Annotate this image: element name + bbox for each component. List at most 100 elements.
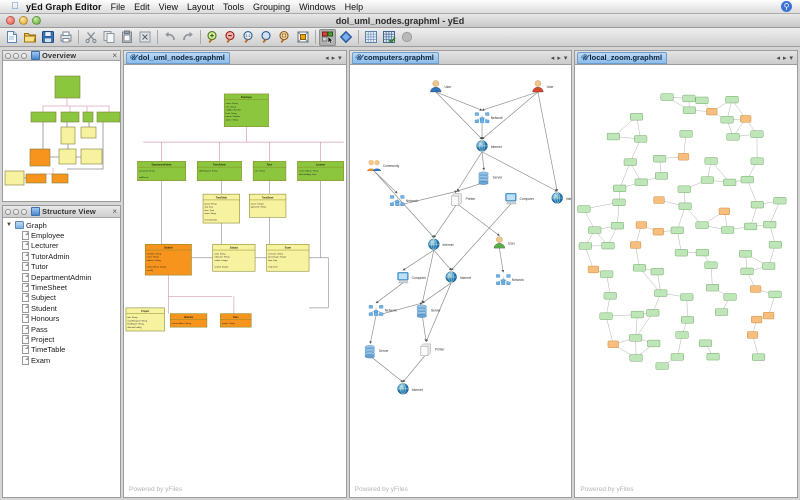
uml-class-exam[interactable]: Examsetname: Stringpercentage: Integerda…: [267, 244, 309, 271]
panel-dot[interactable]: [13, 53, 19, 59]
graph-node[interactable]: [680, 130, 693, 137]
graph-node[interactable]: [631, 311, 644, 318]
search-icon[interactable]: ⚲: [781, 1, 792, 12]
graph-node[interactable]: [751, 131, 764, 138]
uml-class-timesheet[interactable]: TimeSheethours: Integertypework: String: [249, 194, 286, 217]
network-node-network[interactable]: Network: [390, 195, 418, 205]
graph-node[interactable]: [631, 242, 642, 249]
tab-menu-button[interactable]: ▾: [790, 54, 794, 62]
tab-dol-uml-nodes[interactable]: 𝒰 dol_uml_nodes.graphml: [126, 52, 230, 64]
graph-node[interactable]: [727, 133, 740, 140]
graph-node[interactable]: [651, 268, 664, 275]
graph-node[interactable]: [608, 341, 619, 348]
graph-node[interactable]: [751, 286, 762, 293]
graph-node[interactable]: [769, 291, 782, 298]
print-button[interactable]: [57, 29, 74, 46]
network-node-user-blue[interactable]: User: [430, 81, 452, 92]
graph-node[interactable]: [671, 227, 684, 234]
tree-item-exam[interactable]: Exam: [5, 355, 120, 365]
menu-tools[interactable]: Tools: [223, 2, 244, 12]
network-node-server[interactable]: Server: [478, 172, 503, 185]
graph-node[interactable]: [764, 312, 775, 319]
graph-node[interactable]: [607, 133, 620, 140]
graph-node[interactable]: [753, 354, 766, 361]
tree-item-timesheet[interactable]: TimeSheet: [5, 282, 120, 292]
graph-node[interactable]: [675, 249, 688, 256]
graph-node[interactable]: [679, 153, 690, 160]
zoom-out-button[interactable]: [222, 29, 239, 46]
uml-class-subject[interactable]: Subjectcode: Stringsubname: Stringcredit…: [213, 244, 255, 271]
fit-page-button[interactable]: [294, 29, 311, 46]
graph-node[interactable]: [656, 363, 669, 370]
zoom-area-button[interactable]: [258, 29, 275, 46]
menu-view[interactable]: View: [159, 2, 178, 12]
tab-menu-button[interactable]: ▾: [564, 54, 568, 62]
graph-node[interactable]: [724, 294, 737, 301]
cut-button[interactable]: [82, 29, 99, 46]
graph-node[interactable]: [676, 332, 689, 339]
menu-grouping[interactable]: Grouping: [253, 2, 290, 12]
structure-view-close-icon[interactable]: ×: [112, 207, 118, 216]
network-node-community[interactable]: Community: [367, 160, 400, 171]
uml-class-student[interactable]: Studentmember: Stringname: Stringaddress…: [145, 244, 191, 275]
graph-node[interactable]: [614, 185, 627, 192]
tab-next-button[interactable]: ▸: [332, 54, 336, 62]
menu-help[interactable]: Help: [345, 2, 364, 12]
graph-node[interactable]: [751, 158, 764, 165]
graph-node[interactable]: [630, 355, 643, 362]
edit-mode-button[interactable]: [337, 29, 354, 46]
tab-prev-button[interactable]: ◂: [325, 54, 329, 62]
overview-close-icon[interactable]: ×: [112, 51, 118, 60]
tree-root-row[interactable]: ▼ Graph: [5, 220, 120, 230]
panel-dot[interactable]: [5, 53, 11, 59]
overview-canvas[interactable]: [3, 61, 120, 202]
tree-item-honours[interactable]: Honours: [5, 314, 120, 324]
graph-node[interactable]: [721, 116, 734, 123]
uml-class-project[interactable]: Projecttitle: StringexamRequest: Stringf…: [126, 308, 165, 331]
uml-class-pass[interactable]: Passproject: String: [220, 314, 251, 327]
copy-button[interactable]: [100, 29, 117, 46]
canvas-local-zoom[interactable]: Powered by yFiles: [574, 64, 798, 498]
graph-node[interactable]: [578, 206, 591, 213]
graph-node[interactable]: [624, 159, 637, 166]
network-node-server[interactable]: Server: [365, 345, 390, 358]
network-node-server[interactable]: Server: [417, 305, 442, 318]
structure-tree[interactable]: ▼ Graph EmployeeLecturerTutorAdminTutorD…: [3, 218, 120, 497]
uml-class-lecturer[interactable]: LecturerresearchArea: StringallocateMgt(…: [297, 161, 343, 180]
snap-to-grid-button[interactable]: [380, 29, 397, 46]
delete-button[interactable]: [136, 29, 153, 46]
tab-next-button[interactable]: ▸: [557, 54, 561, 62]
panel-dot[interactable]: [13, 209, 19, 215]
graph-node[interactable]: [600, 313, 613, 320]
graph-node[interactable]: [748, 332, 759, 339]
graph-node[interactable]: [604, 292, 617, 299]
graph-node[interactable]: [722, 227, 735, 234]
graph-node[interactable]: [764, 221, 777, 228]
tree-item-departmentadmin[interactable]: DepartmentAdmin: [5, 272, 120, 282]
uml-class-tutor[interactable]: Tutorrole: String: [253, 161, 286, 180]
graph-node[interactable]: [602, 242, 615, 249]
paste-button[interactable]: [118, 29, 135, 46]
graph-node[interactable]: [683, 107, 696, 114]
graph-node[interactable]: [705, 262, 718, 269]
tree-item-student[interactable]: Student: [5, 303, 120, 313]
graph-node[interactable]: [647, 309, 660, 316]
network-node-computer[interactable]: Computer: [505, 193, 534, 204]
graph-node[interactable]: [696, 222, 709, 229]
graph-node[interactable]: [707, 353, 720, 360]
canvas-uml[interactable]: Employeename: Stringhire: StringstaffNo:…: [123, 64, 347, 498]
graph-node[interactable]: [634, 264, 647, 271]
redo-button[interactable]: [179, 29, 196, 46]
panel-dot[interactable]: [5, 209, 11, 215]
grid-button[interactable]: [362, 29, 379, 46]
zoom-in-button[interactable]: [204, 29, 221, 46]
graph-node[interactable]: [705, 158, 718, 165]
network-node-internet[interactable]: Internet: [476, 141, 501, 152]
network-node-user-red[interactable]: User: [532, 81, 554, 92]
graph-node[interactable]: [678, 186, 691, 193]
menu-file[interactable]: File: [111, 2, 126, 12]
graph-node[interactable]: [589, 227, 602, 234]
graph-node[interactable]: [751, 201, 764, 208]
tree-item-timetable[interactable]: TimeTable: [5, 345, 120, 355]
apple-logo-icon[interactable]: : [8, 2, 22, 12]
